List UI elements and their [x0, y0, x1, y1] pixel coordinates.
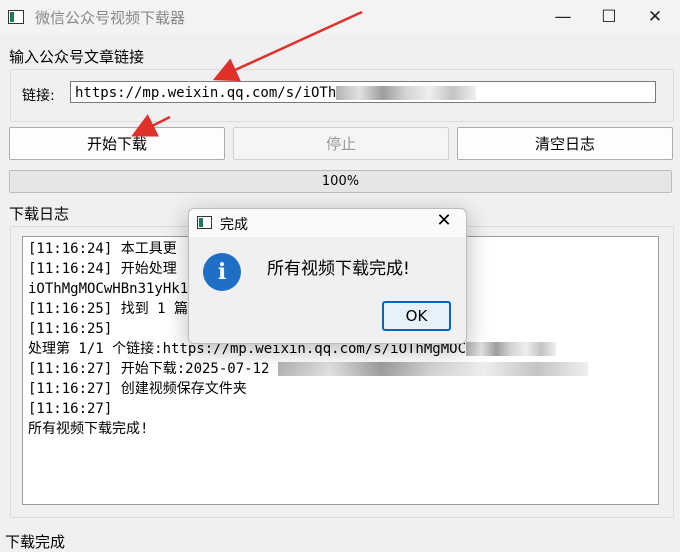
completion-dialog: 完成 ✕ i 所有视频下载完成! OK [188, 208, 467, 344]
info-icon: i [203, 253, 241, 291]
dialog-app-icon [197, 216, 212, 229]
dialog-title: 完成 [220, 217, 248, 233]
dialog-title-bar: 完成 ✕ [189, 209, 466, 237]
dialog-message: 所有视频下载完成! [267, 259, 410, 279]
arrow-to-start [131, 114, 171, 137]
ok-button[interactable]: OK [382, 301, 451, 331]
dialog-close-icon[interactable]: ✕ [429, 210, 459, 231]
arrow-to-url [212, 10, 363, 82]
